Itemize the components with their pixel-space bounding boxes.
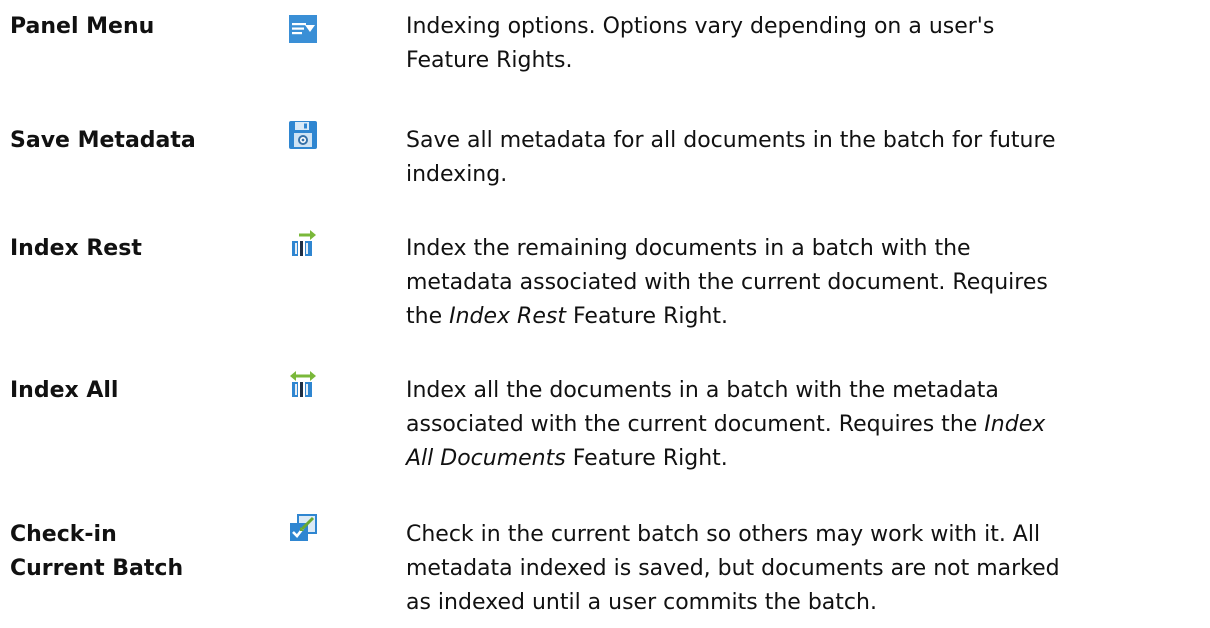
description-line: Index the remaining documents in a batch… bbox=[406, 236, 971, 261]
description: Save all metadata for all documents in t… bbox=[406, 124, 1206, 192]
check-in-icon bbox=[289, 514, 317, 542]
description-line: as indexed until a user commits the batc… bbox=[406, 590, 877, 615]
description-line: All Documents Feature Right. bbox=[406, 442, 1206, 476]
feature-right-name: All Documents bbox=[406, 446, 566, 471]
description-line: Save all metadata for all documents in t… bbox=[406, 128, 1056, 153]
description-text: the bbox=[406, 304, 450, 329]
index-all-icon bbox=[289, 370, 317, 398]
description-line: Feature Rights. bbox=[406, 48, 573, 73]
description-line: Index all the documents in a batch with … bbox=[406, 378, 999, 403]
description: Index all the documents in a batch with … bbox=[406, 374, 1206, 476]
save-metadata-icon bbox=[289, 121, 317, 149]
description: Index the remaining documents in a batch… bbox=[406, 232, 1206, 334]
description-text: associated with the current document. Re… bbox=[406, 412, 985, 437]
description-line: Check in the current batch so others may… bbox=[406, 522, 1041, 547]
term-label-line: Check-in bbox=[10, 522, 117, 547]
term-label: Index Rest bbox=[10, 236, 142, 261]
description-line: metadata associated with the current doc… bbox=[406, 270, 1048, 295]
feature-right-name: Index bbox=[984, 412, 1046, 437]
description-text: Feature Right. bbox=[565, 304, 729, 329]
term-label: Save Metadata bbox=[10, 128, 196, 153]
description-line: Indexing options. Options vary depending… bbox=[406, 14, 995, 39]
term-label: Panel Menu bbox=[10, 14, 155, 39]
description: Check in the current batch so others may… bbox=[406, 518, 1206, 620]
term-label: Check-in Current Batch bbox=[10, 518, 250, 586]
description-line: the Index Rest Feature Right. bbox=[406, 300, 1206, 334]
description-text: Feature Right. bbox=[565, 446, 728, 471]
term-label: Index All bbox=[10, 378, 119, 403]
index-rest-icon bbox=[289, 229, 317, 257]
panel-menu-icon bbox=[289, 15, 317, 43]
description-line: indexing. bbox=[406, 162, 508, 187]
description-line: metadata indexed is saved, but documents… bbox=[406, 556, 1060, 581]
feature-right-name: Index Rest bbox=[449, 304, 566, 329]
term-label-line: Current Batch bbox=[10, 556, 184, 581]
description-line: associated with the current document. Re… bbox=[406, 408, 1206, 442]
description: Indexing options. Options vary depending… bbox=[406, 10, 1206, 78]
